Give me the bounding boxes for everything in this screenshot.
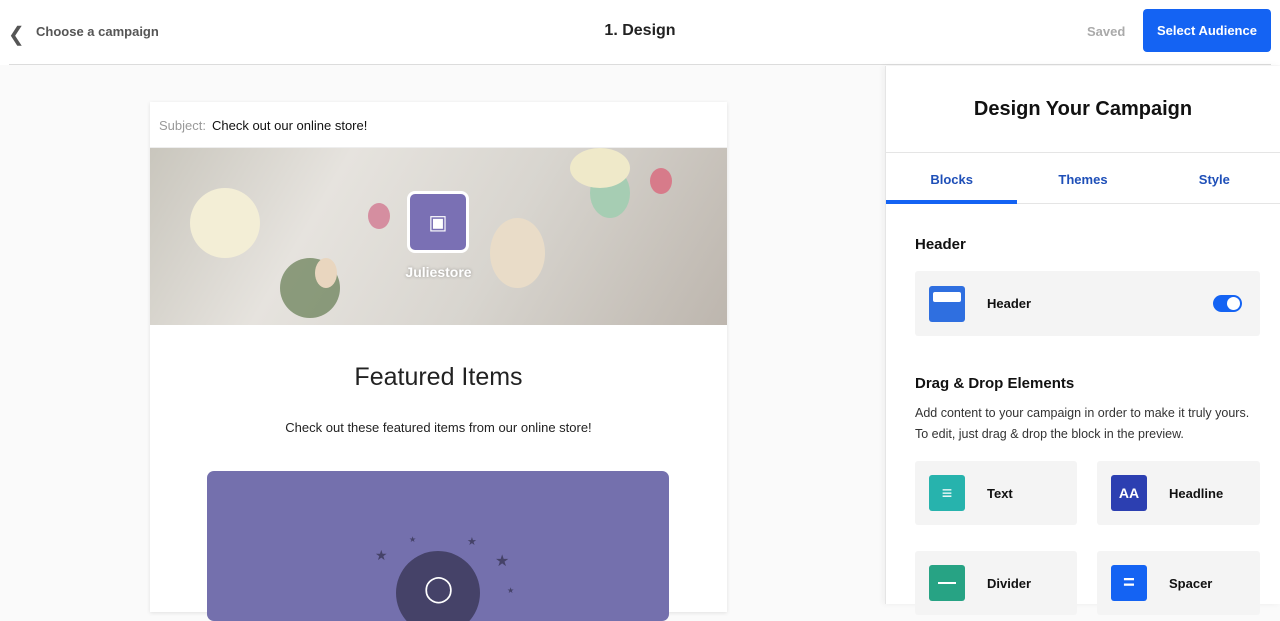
save-status: Saved	[1087, 24, 1126, 39]
subject-field[interactable]: Subject: Check out our online store!	[150, 102, 727, 148]
featured-description[interactable]: Check out these featured items from our …	[150, 420, 727, 435]
panel-title: Design Your Campaign	[973, 98, 1193, 120]
email-preview: Subject: Check out our online store! ▣ Ju…	[150, 102, 727, 621]
star-icon: ★	[467, 536, 477, 548]
header-block-icon	[929, 285, 965, 322]
dnd-section-title: Drag & Drop Elements	[915, 375, 1075, 392]
divider	[9, 64, 1271, 65]
header-section-title: Header	[915, 236, 966, 253]
element-label: Spacer	[1169, 575, 1213, 591]
header-image[interactable]: ▣ Juliestore	[150, 148, 727, 325]
select-audience-button[interactable]: Select Audience	[1143, 9, 1271, 52]
header-toggle[interactable]	[1213, 295, 1242, 312]
headline-aa-icon: AA	[1111, 475, 1147, 511]
tag-icon: ◯	[396, 551, 480, 621]
star-icon: ★	[375, 547, 388, 563]
product-card[interactable]: ★ ★ ★ ★ ★ ◯	[207, 471, 669, 621]
panel-tabs: Blocks Themes Style	[886, 152, 1280, 204]
egg-decoration	[368, 203, 390, 229]
element-label: Headline	[1169, 485, 1224, 501]
star-icon: ★	[507, 586, 515, 595]
flower-decoration	[570, 148, 630, 188]
element-label: Divider	[987, 575, 1032, 591]
subject-label: Subject:	[159, 118, 206, 133]
header-block[interactable]: Header	[915, 271, 1260, 336]
store-name: Juliestore	[405, 264, 472, 280]
star-icon: ★	[409, 535, 417, 544]
top-bar: ❮ Choose a campaign 1. Design Saved Sele…	[0, 0, 1280, 65]
tab-style[interactable]: Style	[1149, 153, 1280, 203]
divider-line-icon	[929, 565, 965, 601]
header-block-label: Header	[987, 296, 1032, 311]
dnd-description: Add content to your campaign in order to…	[915, 406, 1250, 441]
star-icon: ★	[495, 553, 510, 570]
flower-decoration	[190, 188, 260, 258]
element-divider[interactable]: Divider	[915, 551, 1077, 615]
element-label: Text	[987, 485, 1013, 501]
featured-title[interactable]: Featured Items	[150, 363, 727, 392]
element-headline[interactable]: AA Headline	[1097, 461, 1260, 525]
subject-input[interactable]: Check out our online store!	[212, 118, 367, 133]
tab-blocks[interactable]: Blocks	[886, 153, 1018, 204]
egg-decoration	[650, 168, 672, 194]
store-logo-icon: ▣	[407, 191, 469, 253]
element-text[interactable]: ≡ Text	[915, 461, 1077, 525]
spacer-lines-icon: =	[1111, 565, 1147, 601]
element-spacer[interactable]: = Spacer	[1097, 551, 1260, 615]
tab-themes[interactable]: Themes	[1017, 153, 1148, 203]
text-lines-icon: ≡	[929, 475, 965, 511]
design-panel: Design Your Campaign Blocks Themes Style…	[885, 66, 1280, 615]
